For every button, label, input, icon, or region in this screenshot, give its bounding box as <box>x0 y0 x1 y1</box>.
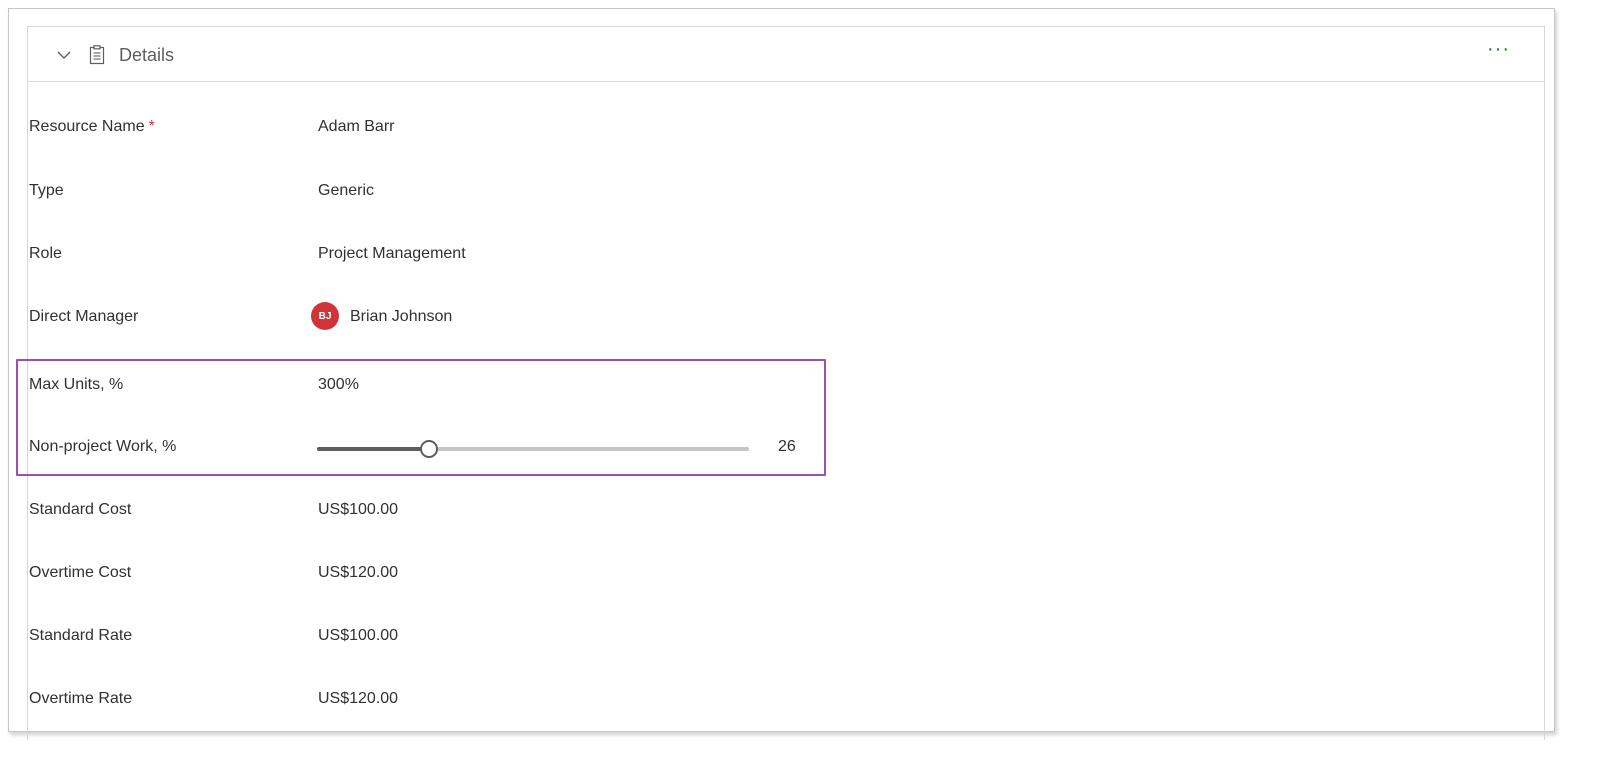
avatar[interactable]: BJ <box>311 302 339 330</box>
details-card: Details ··· Resource Name * Adam Barr Typ… <box>16 26 1545 740</box>
field-label: Resource Name * <box>29 118 155 135</box>
field-label: Direct Manager <box>29 308 139 325</box>
document-icon <box>89 45 105 65</box>
field-label: Role <box>29 245 62 262</box>
direct-manager-value[interactable]: Brian Johnson <box>350 308 452 326</box>
section-header[interactable]: Details ··· <box>28 27 1544 82</box>
field-overtime-cost: Overtime Cost US$120.00 <box>29 564 1429 594</box>
more-options-icon[interactable]: ··· <box>1487 39 1510 59</box>
standard-cost-value[interactable]: US$100.00 <box>318 501 398 519</box>
type-value[interactable]: Generic <box>318 182 374 200</box>
standard-rate-value[interactable]: US$100.00 <box>318 627 398 645</box>
field-type: Type Generic <box>29 182 1429 212</box>
field-standard-rate: Standard Rate US$100.00 <box>29 627 1429 657</box>
max-units-value[interactable]: 300% <box>318 376 359 394</box>
required-marker: * <box>148 118 155 135</box>
field-non-project-work: Non-project Work, % 26 <box>29 438 1429 468</box>
field-label: Non-project Work, % <box>29 438 177 455</box>
slider-value: 26 <box>778 438 796 455</box>
field-label: Standard Rate <box>29 627 133 644</box>
screenshot-frame: Details ··· Resource Name * Adam Barr Typ… <box>8 8 1555 740</box>
section-title: Details <box>119 45 175 65</box>
field-overtime-rate: Overtime Rate US$120.00 <box>29 690 1429 720</box>
field-role: Role Project Management <box>29 245 1429 275</box>
non-project-work-slider[interactable] <box>317 440 749 458</box>
field-label: Overtime Rate <box>29 690 133 707</box>
resource-name-value[interactable]: Adam Barr <box>318 118 394 136</box>
role-value[interactable]: Project Management <box>318 245 466 263</box>
slider-fill <box>317 447 430 451</box>
field-label: Max Units, % <box>29 376 124 393</box>
overtime-rate-value[interactable]: US$120.00 <box>318 690 398 708</box>
chevron-down-icon[interactable] <box>56 47 72 63</box>
slider-thumb[interactable] <box>420 440 439 458</box>
field-standard-cost: Standard Cost US$100.00 <box>29 501 1429 531</box>
field-label: Overtime Cost <box>29 564 132 581</box>
field-max-units: Max Units, % 300% <box>29 376 1429 406</box>
field-direct-manager: Direct Manager BJ Brian Johnson <box>29 302 1429 338</box>
field-label: Standard Cost <box>29 501 132 518</box>
overtime-cost-value[interactable]: US$120.00 <box>318 564 398 582</box>
field-label: Type <box>29 182 64 199</box>
field-resource-name: Resource Name * Adam Barr <box>29 118 1429 148</box>
